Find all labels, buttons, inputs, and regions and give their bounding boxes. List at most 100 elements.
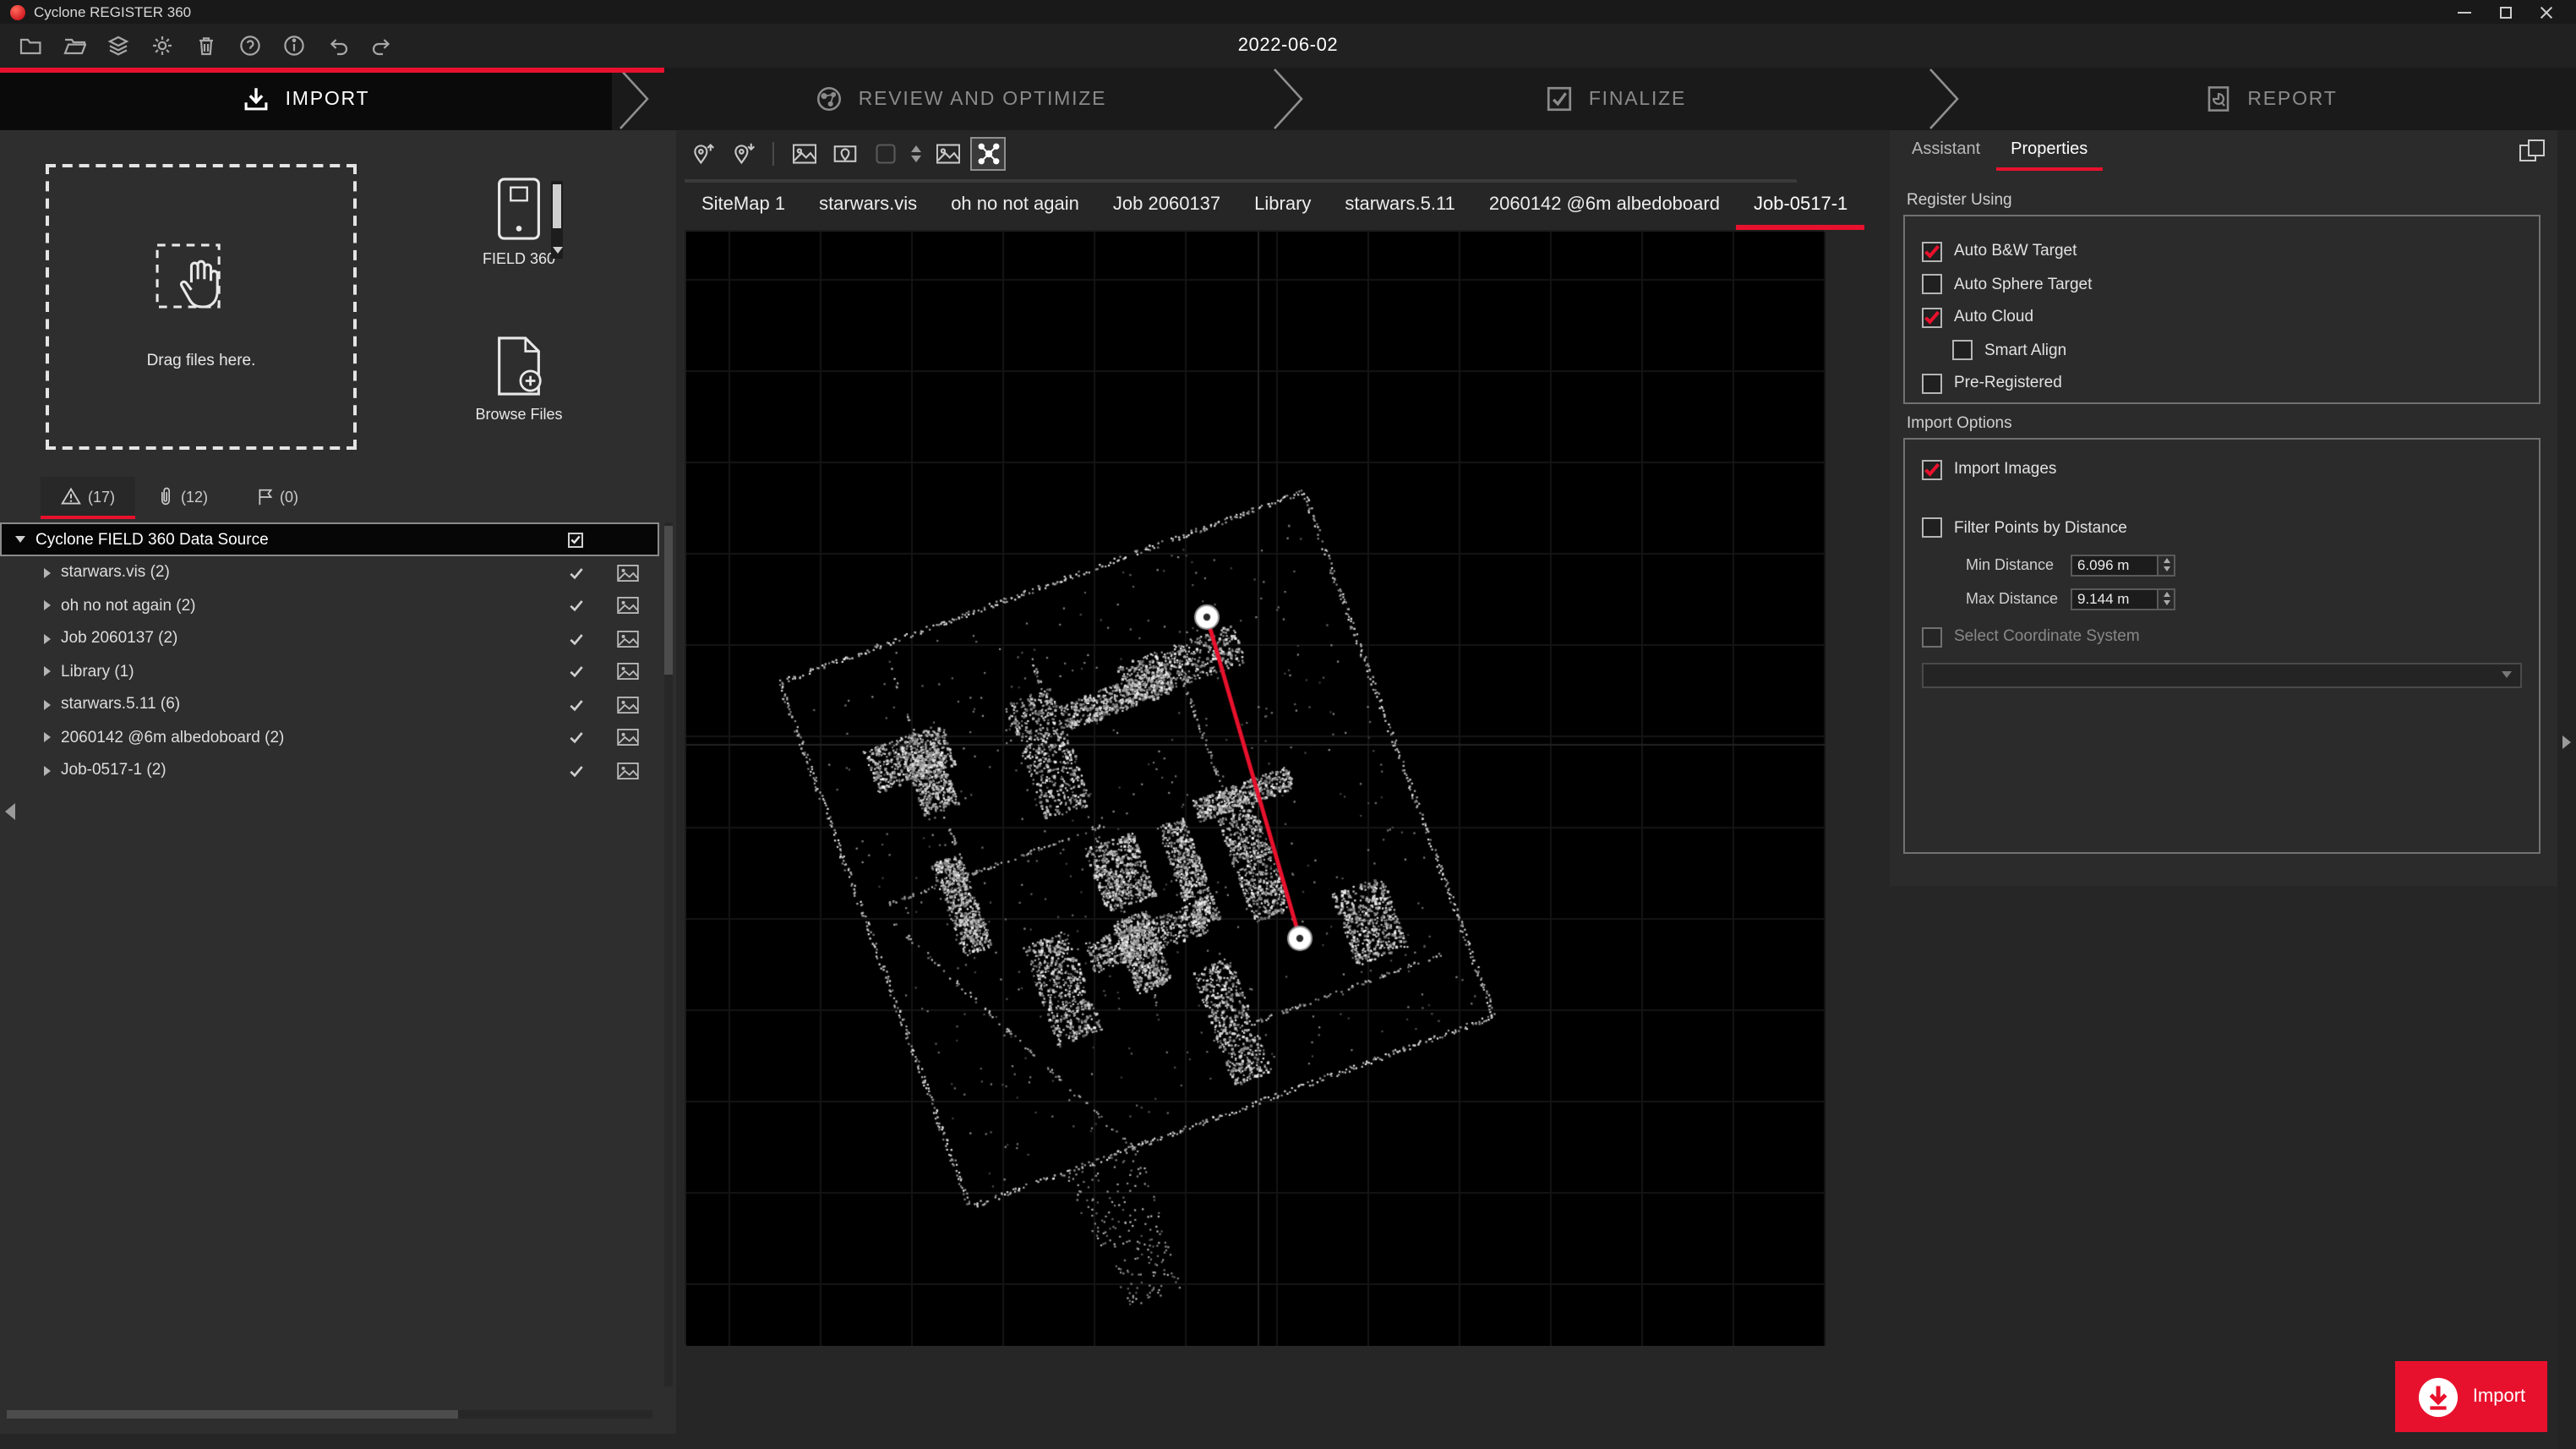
- tree-item[interactable]: starwars.vis (2): [0, 556, 659, 589]
- sitemap-tab[interactable]: Job-0517-1: [1737, 184, 1864, 230]
- delete-icon[interactable]: [193, 32, 220, 59]
- register-option[interactable]: Auto B&W Target: [1905, 235, 2539, 268]
- tree-horizontal-scrollbar[interactable]: [7, 1410, 652, 1419]
- check-icon[interactable]: [558, 697, 595, 714]
- check-icon[interactable]: [558, 730, 595, 746]
- tree-item[interactable]: Job-0517-1 (2): [0, 754, 659, 787]
- collapse-left-icon[interactable]: [5, 803, 15, 820]
- expand-right-icon[interactable]: [2562, 735, 2571, 749]
- image-icon[interactable]: [605, 730, 649, 746]
- sitemap-tab[interactable]: oh no not again: [934, 184, 1096, 230]
- image-icon[interactable]: [605, 763, 649, 779]
- max-distance-stepper[interactable]: [2158, 588, 2175, 610]
- import-images-option[interactable]: Import Images: [1905, 453, 2539, 486]
- drop-zone[interactable]: Drag files here.: [46, 164, 357, 450]
- workflow-step-finalize[interactable]: FINALIZE: [1310, 68, 1921, 130]
- coordinate-system-option[interactable]: Select Coordinate System: [1905, 621, 2539, 653]
- add-setup-down-icon[interactable]: [725, 136, 761, 170]
- image-icon[interactable]: [605, 697, 649, 714]
- min-distance-stepper[interactable]: [2158, 554, 2175, 576]
- expander-icon[interactable]: [44, 733, 51, 743]
- expander-icon[interactable]: [44, 568, 51, 578]
- open-project-icon[interactable]: [17, 32, 44, 59]
- filter-points-option[interactable]: Filter Points by Distance: [1905, 511, 2539, 544]
- checkbox[interactable]: [1922, 242, 1942, 262]
- image-icon[interactable]: [605, 631, 649, 648]
- layers-icon[interactable]: [105, 32, 132, 59]
- image-icon[interactable]: [605, 664, 649, 681]
- sitemap-tab[interactable]: 2060142 @6m albedoboard: [1472, 184, 1737, 230]
- check-icon[interactable]: [558, 598, 595, 615]
- expander-icon[interactable]: [44, 601, 51, 611]
- sitemap-tab[interactable]: starwars.vis: [802, 184, 934, 230]
- min-distance-input[interactable]: [2071, 554, 2158, 576]
- pointcloud-canvas[interactable]: [686, 232, 1826, 1346]
- checkbox[interactable]: [1922, 374, 1942, 394]
- sitemap-image-icon[interactable]: [786, 136, 821, 170]
- sitemap-tab[interactable]: Library: [1237, 184, 1328, 230]
- report-icon: [2203, 85, 2232, 113]
- checkbox[interactable]: [1922, 518, 1942, 539]
- tree-item[interactable]: oh no not again (2): [0, 589, 659, 622]
- coordinate-system-dropdown[interactable]: [1922, 662, 2522, 687]
- map-pin-icon[interactable]: [827, 136, 862, 170]
- expander-icon[interactable]: [44, 766, 51, 776]
- tab-scroll-indicator[interactable]: [685, 179, 1797, 183]
- register-option[interactable]: Smart Align: [1905, 334, 2539, 367]
- register-option[interactable]: Pre-Registered: [1905, 367, 2539, 400]
- checkbox[interactable]: [1922, 460, 1942, 480]
- tree-vertical-scrollbar[interactable]: [664, 522, 673, 1386]
- sitemap-tab[interactable]: starwars.5.11: [1328, 184, 1471, 230]
- checkbox[interactable]: [1922, 308, 1942, 328]
- workflow-step-review[interactable]: REVIEW AND OPTIMIZE: [655, 68, 1266, 130]
- tree-root-row[interactable]: Cyclone FIELD 360 Data Source: [0, 522, 659, 556]
- tool-dropdown-caret[interactable]: [908, 145, 925, 161]
- checkbox[interactable]: [1952, 341, 1973, 361]
- settings-icon[interactable]: [149, 32, 176, 59]
- redo-icon[interactable]: [368, 32, 396, 59]
- workflow-step-report[interactable]: REPORT: [1965, 68, 2576, 130]
- maximize-button[interactable]: [2485, 0, 2525, 24]
- setup-links-tool-icon[interactable]: [970, 136, 1006, 170]
- image-view-icon[interactable]: [930, 136, 965, 170]
- tree-item[interactable]: Library (1): [0, 655, 659, 688]
- import-project-icon[interactable]: [61, 32, 88, 59]
- checkbox[interactable]: [1922, 627, 1942, 648]
- check-icon[interactable]: [558, 763, 595, 779]
- field360-scrollbar[interactable]: [551, 181, 563, 259]
- workflow-step-import[interactable]: IMPORT: [0, 68, 611, 130]
- register-option[interactable]: Auto Sphere Target: [1905, 268, 2539, 301]
- add-setup-up-icon[interactable]: [685, 136, 720, 170]
- image-icon[interactable]: [605, 598, 649, 615]
- layout-icon[interactable]: [2517, 137, 2547, 164]
- register-option[interactable]: Auto Cloud: [1905, 301, 2539, 334]
- checkbox[interactable]: [1922, 275, 1942, 295]
- check-icon[interactable]: [558, 664, 595, 681]
- close-button[interactable]: [2525, 0, 2566, 24]
- minimize-button[interactable]: [2444, 0, 2485, 24]
- browse-files-button[interactable]: Browse Files: [460, 336, 578, 423]
- max-distance-input[interactable]: [2071, 588, 2158, 610]
- expander-icon[interactable]: [44, 700, 51, 710]
- tab-attachments[interactable]: (12): [135, 477, 230, 519]
- check-icon[interactable]: [558, 565, 595, 582]
- tree-item[interactable]: 2060142 @6m albedoboard (2): [0, 721, 659, 754]
- sitemap-tab[interactable]: SiteMap 1: [685, 184, 802, 230]
- undo-icon[interactable]: [325, 32, 352, 59]
- tree-item[interactable]: starwars.5.11 (6): [0, 688, 659, 721]
- expander-icon[interactable]: [15, 536, 25, 543]
- check-icon[interactable]: [558, 631, 595, 648]
- expander-icon[interactable]: [44, 667, 51, 677]
- about-icon[interactable]: [281, 32, 308, 59]
- import-button[interactable]: Import: [2395, 1361, 2547, 1432]
- help-icon[interactable]: [237, 32, 264, 59]
- tab-assistant[interactable]: Assistant: [1897, 130, 1995, 171]
- sitemap-tab[interactable]: Job 2060137: [1096, 184, 1237, 230]
- select-all-checkbox[interactable]: [567, 532, 582, 547]
- expander-icon[interactable]: [44, 634, 51, 644]
- image-icon[interactable]: [605, 565, 649, 582]
- tab-warnings[interactable]: (17): [41, 477, 135, 519]
- tree-item[interactable]: Job 2060137 (2): [0, 622, 659, 655]
- tab-properties[interactable]: Properties: [1995, 130, 2103, 171]
- tab-flags[interactable]: (0): [230, 477, 325, 519]
